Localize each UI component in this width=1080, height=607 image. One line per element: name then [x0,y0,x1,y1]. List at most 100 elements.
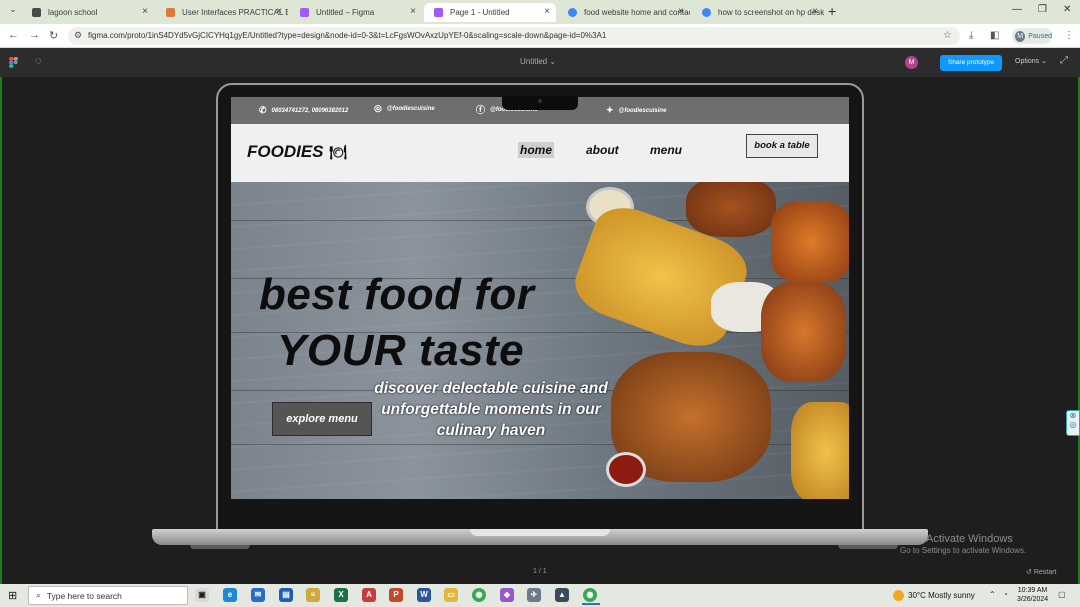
window-close-icon[interactable]: ✕ [1063,4,1071,15]
page-indicator: 1 / 1 [533,568,547,575]
ketchup-bowl-image [606,452,646,487]
download-icon[interactable]: ⤓ [969,30,973,41]
network-icon[interactable]: ◔ [1003,590,1008,599]
tab-page-1-untitled[interactable]: Page 1 - Untitled × [424,3,556,22]
hero-section: best food for YOUR taste discover delect… [231,182,849,499]
comment-icon[interactable]: ◌ [35,55,42,67]
tab-lagoon-school[interactable]: lagoon school × [22,3,154,22]
site-header: FOODIES 🍽 home about menu book a table [231,124,849,182]
side-extension-widget[interactable]: ⊗ ◎ [1066,410,1080,436]
close-icon[interactable]: × [812,6,818,17]
twitter-icon: ✦ [606,105,614,115]
nav-menu[interactable]: menu [648,142,684,158]
instagram-icon: ◎ [374,103,382,113]
twitter-link[interactable]: ✦ @foodiescuisine [606,105,666,116]
tab-label: User Interfaces PRACTICAL EXA... [182,8,288,17]
sun-icon [893,590,904,601]
hero-title-line2: YOUR taste [277,326,525,375]
close-icon[interactable]: × [410,6,416,17]
chrome-active-icon[interactable]: ◉ [583,588,597,602]
explore-menu-button[interactable]: explore menu [272,402,372,436]
tab-food-website[interactable]: food website home and contac... × [558,3,690,22]
activate-windows-title: Activate Windows [926,533,1013,545]
avatar[interactable]: M [905,56,918,69]
address-bar-row: ← → ↻ ⚙ figma.com/proto/1inS4DYd5vGjCICY… [0,24,1080,48]
tab-search-icon[interactable]: ⌄ [6,4,20,18]
tab-label: Page 1 - Untitled [450,8,510,17]
mail-icon[interactable]: ✉ [251,588,265,602]
app-icon[interactable]: ◆ [500,588,514,602]
tab-favicon [166,8,175,17]
windows-taskbar: ⊞ ⌕ Type here to search ▣ e ✉ ▤ ≡ X A P … [0,584,1080,607]
laptop-foot [838,545,898,549]
notes-icon[interactable]: ≡ [306,588,320,602]
side-panel-icon[interactable]: ◧ [990,30,999,41]
task-view-icon[interactable]: ▣ [195,588,209,602]
store-icon[interactable]: ▤ [279,588,293,602]
clock[interactable]: 10:39 AM 3/26/2024 [1017,586,1048,604]
close-icon[interactable]: × [678,6,684,17]
back-icon[interactable]: ← [8,29,19,41]
laptop-trackpad-notch [470,529,610,536]
phone-contact: ✆ 08034741272, 08096382012 [259,105,348,116]
powerpoint-icon[interactable]: P [389,588,403,602]
figma-icon [300,8,309,17]
app-icon[interactable]: ▲ [555,588,569,602]
close-icon[interactable]: × [276,6,282,17]
excel-icon[interactable]: X [334,588,348,602]
bookmark-star-icon[interactable]: ☆ [943,30,952,41]
tab-user-interfaces[interactable]: User Interfaces PRACTICAL EXA... × [156,3,288,22]
site-info-icon[interactable]: ⚙ [74,30,82,41]
tab-untitled-figma[interactable]: Untitled – Figma × [290,3,422,22]
tray-chevron-icon[interactable]: ⌃ [989,590,996,599]
url-field[interactable]: ⚙ figma.com/proto/1inS4DYd5vGjCICYHq1gyE… [68,27,960,45]
file-title-dropdown[interactable]: Untitled ⌄ [520,57,556,66]
close-icon[interactable]: × [142,6,148,17]
chevron-down-icon: ⌄ [1041,58,1047,65]
google-icon [568,8,577,17]
phone-icon: ✆ [259,105,267,115]
notification-icon[interactable]: ▢ [1058,590,1066,599]
google-icon [702,8,711,17]
restart-label: Restart [1033,569,1057,576]
tab-how-to-screenshot[interactable]: how to screenshot on hp deskto... × [692,3,824,22]
figma-icon [434,8,443,17]
instagram-link[interactable]: ◎ @foodiescuisine [374,103,435,114]
twitter-handle: @foodiescuisine [618,107,667,114]
file-explorer-icon[interactable]: ▭ [444,588,458,602]
clock-date: 3/26/2024 [1017,596,1049,603]
figma-toolbar: ◌ Untitled ⌄ M Share prototype Options ⌄… [0,48,1080,77]
minimize-icon[interactable]: — [1012,4,1022,15]
taskbar-search-field[interactable]: ⌕ Type here to search [28,586,188,605]
close-icon[interactable]: × [544,6,550,17]
book-table-button[interactable]: book a table [746,134,818,158]
kebab-menu-icon[interactable]: ⋮ [1064,30,1074,41]
app-icon[interactable]: ✈ [527,588,541,602]
edge-icon[interactable]: e [223,588,237,602]
chicken-basket-image [686,182,776,237]
nav-about[interactable]: about [584,142,621,158]
instagram-handle: @foodiescuisine [386,105,435,112]
restart-button[interactable]: ↺ Restart [1026,568,1056,576]
access-icon[interactable]: A [362,588,376,602]
website-screen: ✆ 08034741272, 08096382012 ◎ @foodiescui… [231,97,849,499]
chrome-icon[interactable]: ◉ [472,588,486,602]
nav-home[interactable]: home [518,142,555,158]
new-tab-button[interactable]: + [828,3,836,19]
url-text: figma.com/proto/1inS4DYd5vGjCICYHq1gyE/U… [88,31,607,40]
word-icon[interactable]: W [417,588,431,602]
search-icon: ⌕ [36,590,41,600]
figma-logo-icon[interactable] [9,57,18,68]
reload-icon[interactable]: ↻ [49,29,58,42]
weather-widget[interactable]: 30°C Mostly sunny [893,590,975,601]
profile-button[interactable]: M Paused [1012,28,1052,44]
share-prototype-button[interactable]: Share prototype [940,55,1002,71]
options-menu[interactable]: Options ⌄ [1015,57,1047,65]
brand-logo[interactable]: FOODIES 🍽 [247,142,347,162]
fullscreen-icon[interactable]: ⤢ [1060,55,1068,66]
phone-text: 08034741272, 08096382012 [271,107,349,114]
windows-start-icon[interactable]: ⊞ [8,589,17,602]
restore-icon[interactable]: ❐ [1038,4,1047,15]
file-title: Untitled [520,57,548,66]
forward-icon[interactable]: → [29,29,40,41]
